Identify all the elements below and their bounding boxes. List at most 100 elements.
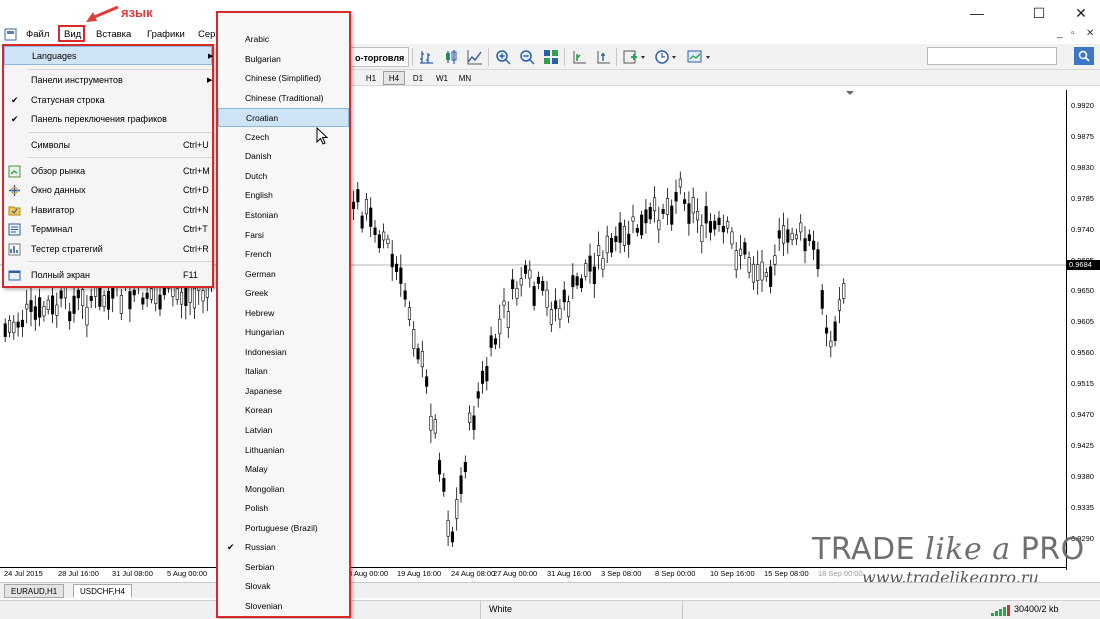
candle-body bbox=[734, 250, 738, 271]
language-option-arabic[interactable]: Arabic bbox=[218, 30, 349, 49]
candle-body bbox=[803, 238, 807, 252]
view-menu-item-terminal[interactable]: Терминал Ctrl+T bbox=[4, 220, 212, 239]
view-menu-item-market-watch[interactable]: Обзор рынка Ctrl+M bbox=[4, 162, 212, 181]
candle-body bbox=[63, 286, 67, 299]
language-option-mongolian[interactable]: Mongolian bbox=[218, 480, 349, 499]
view-menu-item-navigator[interactable]: Навигатор Ctrl+N bbox=[4, 201, 212, 220]
zoom-out-button[interactable] bbox=[518, 48, 536, 66]
language-option-estonian[interactable]: Estonian bbox=[218, 206, 349, 225]
templates-button[interactable] bbox=[686, 48, 714, 66]
algo-trading-button[interactable]: о-торговля bbox=[350, 47, 410, 67]
tf-mn[interactable]: MN bbox=[454, 71, 476, 85]
current-price-label: 0.9684 bbox=[1067, 260, 1100, 270]
bar-chart-button[interactable] bbox=[418, 48, 436, 66]
search-input[interactable] bbox=[927, 47, 1057, 65]
candle-body bbox=[511, 279, 515, 289]
view-menu-item-languages[interactable]: Languages ▶ bbox=[4, 46, 213, 65]
zoom-in-button[interactable] bbox=[494, 48, 512, 66]
languages-submenu: Arabic Bulgarian Chinese (Simplified) Chine… bbox=[216, 11, 351, 618]
view-menu-dropdown: Languages ▶ Панели инструментов ▶ ✔ Стат… bbox=[2, 44, 214, 288]
language-option-english[interactable]: English bbox=[218, 186, 349, 205]
candle-body bbox=[558, 307, 562, 320]
tf-h4[interactable]: H4 bbox=[383, 71, 405, 85]
language-option-russian[interactable]: ✔ Russian bbox=[218, 538, 349, 557]
view-menu-item-status-bar[interactable]: ✔ Статусная строка bbox=[4, 91, 212, 110]
language-option-korean[interactable]: Korean bbox=[218, 401, 349, 420]
view-menu-item-data-window[interactable]: Окно данных Ctrl+D bbox=[4, 181, 212, 200]
candlestick-button[interactable] bbox=[442, 48, 460, 66]
language-option-italian[interactable]: Italian bbox=[218, 362, 349, 381]
candle-body bbox=[3, 323, 7, 338]
navigator-icon bbox=[8, 206, 21, 216]
language-option-hebrew[interactable]: Hebrew bbox=[218, 304, 349, 323]
language-option-latvian[interactable]: Latvian bbox=[218, 421, 349, 440]
language-option-portuguese-brazil[interactable]: Portuguese (Brazil) bbox=[218, 519, 349, 538]
view-menu-item-strategy-tester[interactable]: Тестер стратегий Ctrl+R bbox=[4, 240, 212, 259]
language-option-croatian[interactable]: Croatian bbox=[218, 108, 349, 128]
candle-body bbox=[661, 209, 665, 214]
language-option-chinese-simplified[interactable]: Chinese (Simplified) bbox=[218, 69, 349, 88]
language-option-greek[interactable]: Greek bbox=[218, 284, 349, 303]
menu-insert[interactable]: Вставка bbox=[93, 28, 134, 42]
language-option-hungarian[interactable]: Hungarian bbox=[218, 323, 349, 342]
language-option-japanese[interactable]: Japanese bbox=[218, 382, 349, 401]
language-option-french[interactable]: French bbox=[218, 245, 349, 264]
candle-body bbox=[837, 299, 842, 311]
language-option-lithuanian[interactable]: Lithuanian bbox=[218, 441, 349, 460]
language-label: Indonesian bbox=[245, 346, 287, 357]
language-option-dutch[interactable]: Dutch bbox=[218, 167, 349, 186]
language-option-bulgarian[interactable]: Bulgarian bbox=[218, 50, 349, 69]
zoom-out-icon bbox=[520, 50, 535, 65]
view-menu-item-fullscreen[interactable]: Полный экран F11 bbox=[4, 266, 212, 285]
language-label: Korean bbox=[245, 405, 273, 416]
language-option-indonesian[interactable]: Indonesian bbox=[218, 343, 349, 362]
close-button[interactable]: ✕ bbox=[1058, 2, 1100, 24]
minimize-button[interactable]: — bbox=[954, 2, 1000, 24]
language-option-danish[interactable]: Danish bbox=[218, 147, 349, 166]
view-menu-item-toolbars[interactable]: Панели инструментов ▶ bbox=[4, 71, 212, 90]
line-chart-button[interactable] bbox=[466, 48, 484, 66]
view-menu-item-chart-bar[interactable]: ✔ Панель переключения графиков bbox=[4, 110, 212, 129]
language-option-serbian[interactable]: Serbian bbox=[218, 558, 349, 577]
candle-body bbox=[829, 340, 833, 348]
menu-file[interactable]: Файл bbox=[23, 28, 52, 42]
tf-d1[interactable]: D1 bbox=[407, 71, 429, 85]
search-button[interactable] bbox=[1074, 47, 1094, 65]
mouse-cursor-icon bbox=[316, 127, 329, 145]
menu-charts[interactable]: Графики bbox=[144, 28, 188, 42]
language-option-malay[interactable]: Malay bbox=[218, 460, 349, 479]
language-option-farsi[interactable]: Farsi bbox=[218, 226, 349, 245]
periods-button[interactable] bbox=[654, 48, 680, 66]
chart-shift-button[interactable] bbox=[594, 48, 612, 66]
title-bar: — ☐ ✕ bbox=[0, 0, 1100, 26]
tf-w1[interactable]: W1 bbox=[431, 71, 453, 85]
indicators-button[interactable] bbox=[622, 48, 648, 66]
language-label: Chinese (Simplified) bbox=[245, 73, 322, 84]
data-window-icon bbox=[9, 185, 20, 196]
mdi-restore-button[interactable]: ▫ bbox=[1071, 28, 1075, 39]
language-label: Italian bbox=[245, 366, 268, 377]
mdi-close-button[interactable]: ✕ bbox=[1086, 28, 1094, 39]
language-option-slovenian[interactable]: Slovenian bbox=[218, 597, 349, 616]
mdi-minimize-button[interactable]: _ bbox=[1057, 28, 1063, 39]
candle-body bbox=[622, 226, 627, 246]
chart-tab-euraud[interactable]: EURAUD,H1 bbox=[4, 584, 65, 598]
tile-windows-button[interactable] bbox=[542, 48, 560, 66]
language-option-polish[interactable]: Polish bbox=[218, 499, 349, 518]
view-menu-item-symbols[interactable]: Символы Ctrl+U bbox=[4, 136, 212, 155]
maximize-button[interactable]: ☐ bbox=[1016, 2, 1062, 24]
tf-h1[interactable]: H1 bbox=[360, 71, 382, 85]
auto-scroll-button[interactable] bbox=[570, 48, 588, 66]
candle-body bbox=[670, 205, 674, 225]
candle-body bbox=[390, 253, 394, 268]
candle-body bbox=[450, 531, 455, 543]
annotation-arrow-icon bbox=[86, 5, 119, 22]
menu-service[interactable]: Сер bbox=[195, 28, 218, 42]
language-option-german[interactable]: German bbox=[218, 265, 349, 284]
candle-body bbox=[769, 266, 773, 287]
language-option-chinese-traditional[interactable]: Chinese (Traditional) bbox=[218, 89, 349, 108]
chart-shift-marker-icon[interactable] bbox=[846, 91, 854, 95]
chart-tab-usdchf[interactable]: USDCHF,H4 bbox=[73, 584, 132, 598]
language-option-slovak[interactable]: Slovak bbox=[218, 577, 349, 596]
language-label: Malay bbox=[245, 464, 268, 475]
